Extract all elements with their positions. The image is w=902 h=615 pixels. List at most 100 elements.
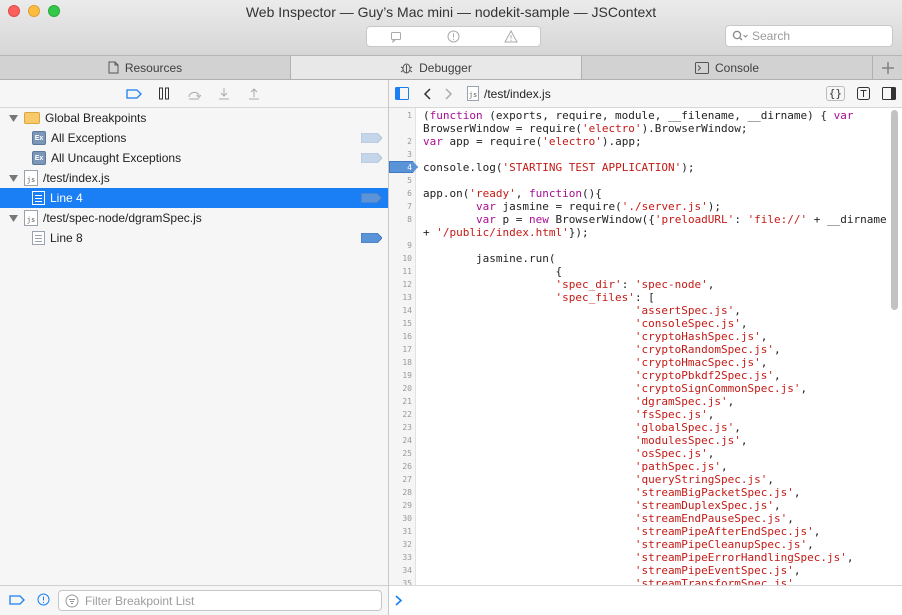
- line-number[interactable]: 15: [389, 317, 412, 330]
- vertical-scrollbar[interactable]: [891, 110, 898, 310]
- line-number[interactable]: 30: [389, 512, 412, 525]
- tab-resources[interactable]: Resources: [0, 56, 291, 79]
- line-number[interactable]: 35: [389, 577, 412, 585]
- line-number[interactable]: 27: [389, 473, 412, 486]
- code-line: 24 'modulesSpec.js',: [389, 434, 902, 447]
- line-number[interactable]: 4: [389, 161, 412, 174]
- line-number[interactable]: 10: [389, 252, 412, 265]
- tree-item-label: Global Breakpoints: [45, 111, 147, 125]
- tree-item-file-index-js[interactable]: js /test/index.js: [0, 168, 388, 188]
- step-into-button[interactable]: [215, 85, 233, 103]
- line-number[interactable]: 16: [389, 330, 412, 343]
- bug-icon: [400, 63, 413, 74]
- line-number[interactable]: 14: [389, 304, 412, 317]
- breadcrumb[interactable]: js /test/index.js: [467, 86, 551, 101]
- line-number[interactable]: 31: [389, 525, 412, 538]
- source-code-editor[interactable]: 1 (function (exports, require, module, __…: [389, 108, 902, 585]
- tree-item-label: /test/spec-node/dgramSpec.js: [43, 211, 202, 225]
- breakpoints-toggle-icon[interactable]: [9, 595, 25, 605]
- log-count-button[interactable]: [367, 27, 425, 46]
- tree-item-file-dgramspec-js[interactable]: js /test/spec-node/dgramSpec.js: [0, 208, 388, 228]
- tree-item-line-8[interactable]: Line 8: [0, 228, 388, 248]
- line-number[interactable]: 3: [389, 148, 412, 161]
- disclosure-triangle-icon[interactable]: [8, 173, 18, 183]
- pretty-print-button[interactable]: {}: [825, 86, 845, 101]
- line-number[interactable]: 22: [389, 408, 412, 421]
- tab-console[interactable]: Console: [582, 56, 873, 79]
- breakpoint-disabled-icon[interactable]: [361, 153, 382, 163]
- line-number[interactable]: 8: [389, 213, 412, 226]
- code-line: 23 'globalSpec.js',: [389, 421, 902, 434]
- line-number[interactable]: 1: [389, 109, 412, 122]
- line-number[interactable]: 23: [389, 421, 412, 434]
- line-number[interactable]: 24: [389, 434, 412, 447]
- code-text: 'modulesSpec.js',: [634, 434, 748, 447]
- line-number[interactable]: 17: [389, 343, 412, 356]
- pause-button[interactable]: [155, 85, 173, 103]
- code-line: 32 'streamPipeCleanupSpec.js',: [389, 538, 902, 551]
- line-number[interactable]: 32: [389, 538, 412, 551]
- line-number[interactable]: 12: [389, 278, 412, 291]
- line-number[interactable]: 6: [389, 187, 412, 200]
- uncaught-exceptions-icon[interactable]: [37, 593, 50, 606]
- breakpoint-tree: Global Breakpoints Ex All Exceptions Ex …: [0, 108, 388, 248]
- filter-breakpoint-input[interactable]: Filter Breakpoint List: [58, 590, 382, 611]
- line-number[interactable]: 11: [389, 265, 412, 278]
- forward-arrow-icon[interactable]: [445, 87, 453, 100]
- source-line-icon: [32, 231, 45, 245]
- disclosure-triangle-icon[interactable]: [8, 113, 18, 123]
- warning-count-button[interactable]: [482, 27, 540, 46]
- tree-item-all-uncaught-exceptions[interactable]: Ex All Uncaught Exceptions: [0, 148, 388, 168]
- type-profiler-icon[interactable]: [857, 87, 870, 100]
- disclosure-triangle-icon[interactable]: [8, 213, 18, 223]
- line-number[interactable]: 19: [389, 369, 412, 382]
- code-text: BrowserWindow = require('electro').Brows…: [423, 122, 748, 135]
- tree-item-global-breakpoints[interactable]: Global Breakpoints: [0, 108, 388, 128]
- tree-item-label: All Exceptions: [51, 131, 127, 145]
- code-line: 2 var app = require('electro').app;: [389, 135, 902, 148]
- new-tab-button[interactable]: [873, 56, 902, 79]
- line-number[interactable]: 33: [389, 551, 412, 564]
- breakpoints-sidebar: Global Breakpoints Ex All Exceptions Ex …: [0, 80, 389, 615]
- step-out-button[interactable]: [245, 85, 263, 103]
- tab-debugger[interactable]: Debugger: [291, 56, 582, 79]
- line-number[interactable]: 7: [389, 200, 412, 213]
- line-number[interactable]: 13: [389, 291, 412, 304]
- code-text: 'assertSpec.js',: [634, 304, 741, 317]
- code-text: 'streamPipeErrorHandlingSpec.js',: [634, 551, 854, 564]
- line-number[interactable]: 28: [389, 486, 412, 499]
- code-text: 'queryStringSpec.js',: [634, 473, 774, 486]
- code-text: 'osSpec.js',: [634, 447, 715, 460]
- breadcrumb-file-path: /test/index.js: [484, 86, 551, 101]
- filter-icon: [65, 594, 79, 607]
- line-number[interactable]: 20: [389, 382, 412, 395]
- line-number[interactable]: 5: [389, 174, 412, 187]
- document-icon: [108, 61, 119, 74]
- line-number[interactable]: 2: [389, 135, 412, 148]
- error-count-button[interactable]: [425, 27, 483, 46]
- breakpoint-disabled-icon[interactable]: [361, 133, 382, 143]
- breakpoint-enabled-icon[interactable]: [361, 193, 382, 203]
- line-number[interactable]: 34: [389, 564, 412, 577]
- line-number[interactable]: 21: [389, 395, 412, 408]
- code-line: 11 {: [389, 265, 902, 278]
- dashboard-group: [366, 26, 541, 47]
- line-number[interactable]: 18: [389, 356, 412, 369]
- step-over-button[interactable]: [185, 85, 203, 103]
- line-number[interactable]: 25: [389, 447, 412, 460]
- breakpoint-enabled-icon[interactable]: [361, 233, 382, 243]
- sidebar-toggle-icon[interactable]: [395, 87, 409, 100]
- line-number[interactable]: 9: [389, 239, 412, 252]
- details-sidebar-toggle-icon[interactable]: [882, 87, 896, 100]
- line-number[interactable]: 26: [389, 460, 412, 473]
- line-number[interactable]: 29: [389, 499, 412, 512]
- search-field[interactable]: Search: [725, 25, 893, 47]
- code-text: 'cryptoPbkdf2Spec.js',: [634, 369, 781, 382]
- back-arrow-icon[interactable]: [423, 87, 431, 100]
- code-line: 29 'streamDuplexSpec.js',: [389, 499, 902, 512]
- tree-item-line-4[interactable]: Line 4: [0, 188, 388, 208]
- tree-item-all-exceptions[interactable]: Ex All Exceptions: [0, 128, 388, 148]
- quick-console[interactable]: [389, 585, 902, 615]
- toggle-breakpoints-button[interactable]: [125, 85, 143, 103]
- code-line: 31 'streamPipeAfterEndSpec.js',: [389, 525, 902, 538]
